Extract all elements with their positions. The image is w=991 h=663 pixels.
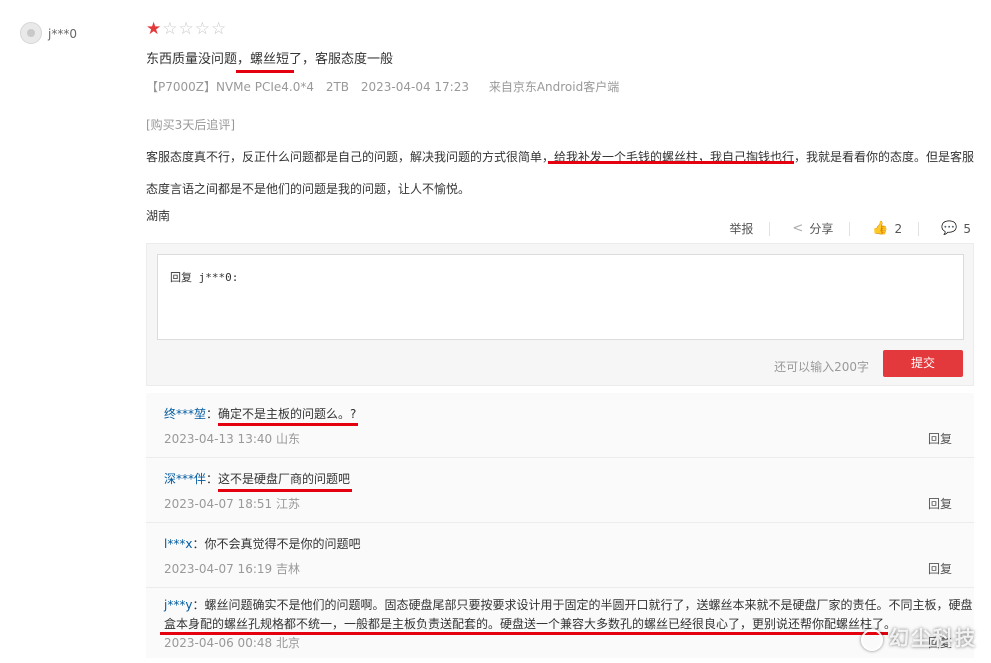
annotation-underline [236,70,294,73]
reply-location: 山东 [275,432,300,446]
like-count: 2 [894,221,903,236]
comment-button[interactable]: 💬 5 [941,221,971,236]
review-text-part: ，客服态度一般 [302,52,394,67]
avatar[interactable] [20,22,42,44]
reply-panel: 回复 j***0: 还可以输入200字 提交 [146,243,974,386]
followup-text: 客服态度真不行，反正什么问题都是自己的问题，解决我问题的方式很简单，给我补发一个… [146,141,976,205]
reply-nick[interactable]: l***x [164,537,192,551]
annotation-underline [218,423,358,426]
review-text-highlight: 螺丝短了 [250,52,303,67]
report-label: 举报 [729,222,754,236]
reply-button[interactable]: 回复 [928,495,952,512]
product-variant: 【P7000Z】NVMe PCIe4.0*4 [146,80,314,94]
review-text-part: 东西质量没问题， [146,52,251,67]
divider [849,221,851,236]
remaining-chars: 还可以输入200字 [774,360,869,374]
review-username[interactable]: j***0 [48,27,77,41]
star-empty-icon: ☆ [211,19,227,39]
watermark-logo-icon [861,628,883,651]
review-source: 来自京东Android客户端 [488,80,620,94]
reply-meta: 2023-04-13 13:40 山东 [164,430,300,447]
reply-datetime: 2023-04-07 16:19 [164,562,273,576]
reply-line: j***y：螺丝问题确实不是他们的问题啊。固态硬盘尾部只要按要求设计用于固定的半… [164,596,976,634]
reply-line: 深***伴：这不是硬盘厂商的问题吧 [164,470,350,487]
reply-list: 终***堃：确定不是主板的问题么。? 2023-04-13 13:40 山东 回… [146,393,974,658]
annotation-underline [218,489,352,492]
submit-button[interactable]: 提交 [883,350,963,377]
reply-nick[interactable]: 深***伴 [164,472,206,486]
reply-meta: 2023-04-07 18:51 江苏 [164,495,300,512]
reply-meta: 2023-04-06 00:48 北京 [164,634,300,651]
list-item: j***y：螺丝问题确实不是他们的问题啊。固态硬盘尾部只要按要求设计用于固定的半… [146,588,974,658]
review-datetime: 2023-04-04 17:23 [360,80,469,94]
reply-datetime: 2023-04-13 13:40 [164,432,273,446]
reply-datetime: 2023-04-06 00:48 [164,636,273,650]
share-button[interactable]: < 分享 [792,220,833,237]
product-capacity: 2TB [325,80,350,94]
reply-datetime: 2023-04-07 18:51 [164,497,273,511]
followup-tag: [购买3天后追评] [146,118,235,132]
like-button[interactable]: 👍 2 [872,221,902,236]
reply-colon: ： [192,537,205,551]
annotation-underline [160,632,888,635]
reply-meta: 2023-04-07 16:19 吉林 [164,560,300,577]
star-empty-icon: ☆ [178,19,194,39]
comment-count: 5 [963,221,971,236]
share-icon: < [792,221,804,236]
reply-textarea[interactable]: 回复 j***0: [157,254,964,340]
review-text: 东西质量没问题，螺丝短了，客服态度一般 [146,48,393,67]
divider [769,221,771,236]
reply-line: 终***堃：确定不是主板的问题么。? [164,405,356,422]
thumbs-up-icon: 👍 [872,221,889,236]
reply-text: 确定不是主板的问题么。? [218,407,357,421]
reply-colon: ： [206,407,219,421]
reply-nick[interactable]: 终***堃 [164,407,206,421]
reply-button[interactable]: 回复 [928,430,952,447]
star-empty-icon: ☆ [162,19,178,39]
comment-icon: 💬 [941,221,958,236]
followup-text-part: 客服态度真不行，反正什么问题都是自己的问题，解决我问题的方式很简单， [146,150,555,164]
watermark-text: 幻尘科技 [889,626,977,650]
watermark: 幻尘科技 [861,622,977,651]
reply-line: l***x：你不会真觉得不是你的问题吧 [164,535,360,552]
reply-location: 吉林 [275,562,300,576]
reply-text: 螺丝问题确实不是他们的问题啊。固态硬盘尾部只要按要求设计用于固定的半圆开口就行了… [164,598,973,631]
list-item: l***x：你不会真觉得不是你的问题吧 2023-04-07 16:19 吉林 … [146,523,974,588]
review-province: 湖南 [146,209,171,223]
star-rating: ★ ☆ ☆ ☆ ☆ [146,21,226,38]
reply-location: 北京 [275,636,300,650]
reply-nick[interactable]: j***y [164,598,192,612]
annotation-underline [548,161,794,164]
share-label: 分享 [809,222,834,236]
reply-button[interactable]: 回复 [928,560,952,577]
reply-colon: ： [206,472,219,486]
reply-location: 江苏 [275,497,300,511]
star-filled-icon: ★ [146,19,162,39]
reply-text: 你不会真觉得不是你的问题吧 [204,537,361,551]
divider [918,221,920,236]
reply-text: 这不是硬盘厂商的问题吧 [218,472,351,486]
star-empty-icon: ☆ [194,19,210,39]
review-actions: 举报 < 分享 👍 2 💬 5 [707,220,971,237]
report-button[interactable]: 举报 [729,220,753,237]
review-meta: 【P7000Z】NVMe PCIe4.0*4 2TB 2023-04-04 17… [146,78,627,95]
reply-colon: ： [192,598,205,612]
